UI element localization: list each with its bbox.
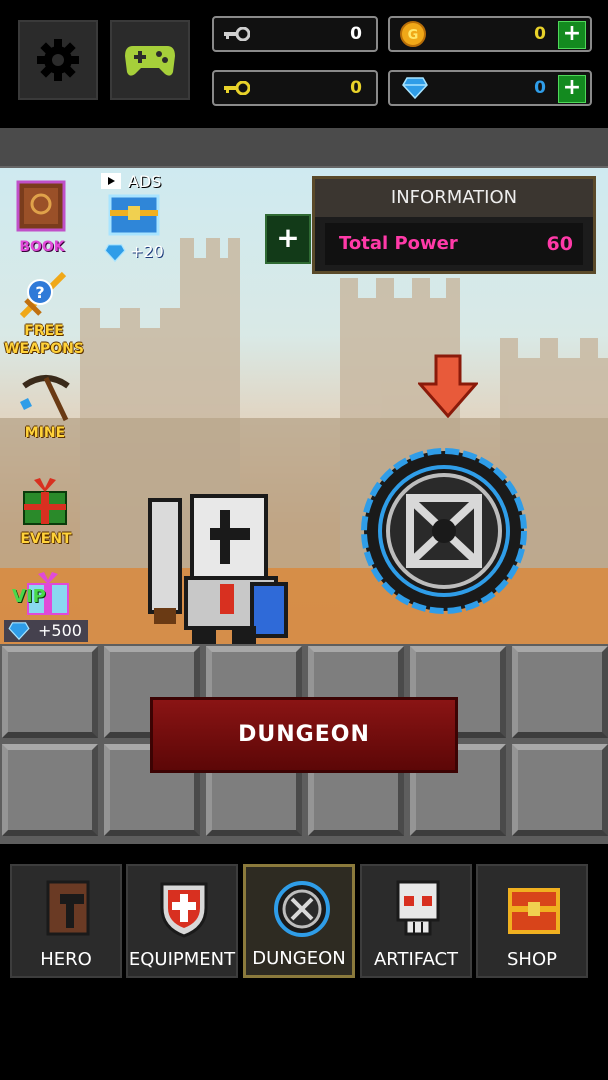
down-arrow-icon	[418, 354, 478, 418]
dungeon-portal[interactable]	[354, 446, 534, 616]
treasure-chest-icon	[508, 888, 560, 934]
gold-coin-icon: G	[400, 21, 426, 47]
total-power-value: 60	[546, 233, 573, 255]
svg-text:?: ?	[35, 283, 44, 302]
event-label: EVENT	[20, 531, 72, 547]
book-button[interactable]: BOOK	[14, 180, 70, 258]
settings-button[interactable]	[18, 20, 98, 100]
total-power-label: Total Power	[339, 233, 458, 254]
nav-equipment-label: EQUIPMENT	[128, 949, 236, 970]
gem-counter: 0 +	[388, 70, 592, 106]
diamond-icon	[8, 622, 30, 640]
nav-equipment[interactable]: EQUIPMENT	[126, 864, 238, 978]
book-label: BOOK	[19, 239, 65, 255]
nav-dungeon-label: DUNGEON	[252, 948, 346, 969]
ads-label: ADS	[128, 172, 162, 191]
gear-icon	[37, 39, 79, 81]
information-panel: INFORMATION Total Power 60	[312, 176, 596, 274]
ads-chest-button[interactable]: ADS +20	[100, 170, 170, 266]
header-divider	[0, 128, 608, 169]
mine-label: MINE	[24, 425, 66, 441]
skull-icon	[396, 880, 440, 936]
mystery-sword-icon: ?	[19, 271, 67, 319]
vip-reward: +500	[38, 621, 82, 640]
vip-label: VIP	[12, 586, 46, 607]
vip-reward-badge: +500	[4, 620, 88, 642]
book-icon	[16, 180, 66, 232]
add-gems-button[interactable]: +	[558, 75, 586, 103]
event-button[interactable]: EVENT	[12, 478, 80, 550]
free-weapons-label: FREE WEAPONS	[4, 323, 84, 357]
ads-reward: +20	[130, 242, 164, 261]
gamepad-icon	[125, 46, 175, 76]
power-row: Total Power 60	[325, 223, 583, 265]
silver-key-icon	[224, 27, 250, 41]
game-services-button[interactable]	[110, 20, 190, 100]
gift-box-icon	[23, 478, 67, 525]
information-title: INFORMATION	[315, 179, 593, 217]
video-icon	[101, 173, 121, 189]
nav-shop[interactable]: SHOP	[476, 864, 588, 978]
treasure-chest-icon	[108, 194, 160, 236]
gold-counter: G 0 +	[388, 16, 592, 52]
enter-dungeon-button[interactable]: DUNGEON	[150, 697, 458, 773]
gold-key-icon	[224, 81, 250, 95]
gold-count: 0	[534, 24, 546, 44]
free-weapons-button[interactable]: ? FREE WEAPONS	[4, 266, 84, 357]
pickaxe-icon	[20, 375, 70, 422]
gold-key-counter: 0	[212, 70, 378, 106]
nav-artifact-label: ARTIFACT	[373, 949, 459, 970]
gem-count: 0	[534, 78, 546, 98]
nav-dungeon[interactable]: DUNGEON	[243, 864, 355, 978]
portal-icon	[274, 881, 330, 937]
silver-key-count: 0	[350, 24, 362, 44]
vip-button[interactable]: VIP +500	[4, 570, 90, 644]
hero-helmet-icon	[46, 880, 90, 936]
nav-artifact[interactable]: ARTIFACT	[360, 864, 472, 978]
silver-key-counter: 0	[212, 16, 378, 52]
diamond-icon	[402, 77, 428, 99]
mine-button[interactable]: MINE	[10, 372, 80, 444]
svg-text:G: G	[408, 28, 419, 43]
nav-hero[interactable]: HERO	[10, 864, 122, 978]
diamond-icon	[104, 244, 126, 262]
nav-hero-label: HERO	[40, 949, 92, 970]
nav-shop-label: SHOP	[507, 949, 557, 970]
add-gold-button[interactable]: +	[558, 21, 586, 49]
shield-icon	[160, 882, 208, 938]
hero-knight-sprite	[148, 494, 288, 644]
gold-key-count: 0	[350, 78, 362, 98]
info-expand-button[interactable]: +	[265, 214, 311, 264]
